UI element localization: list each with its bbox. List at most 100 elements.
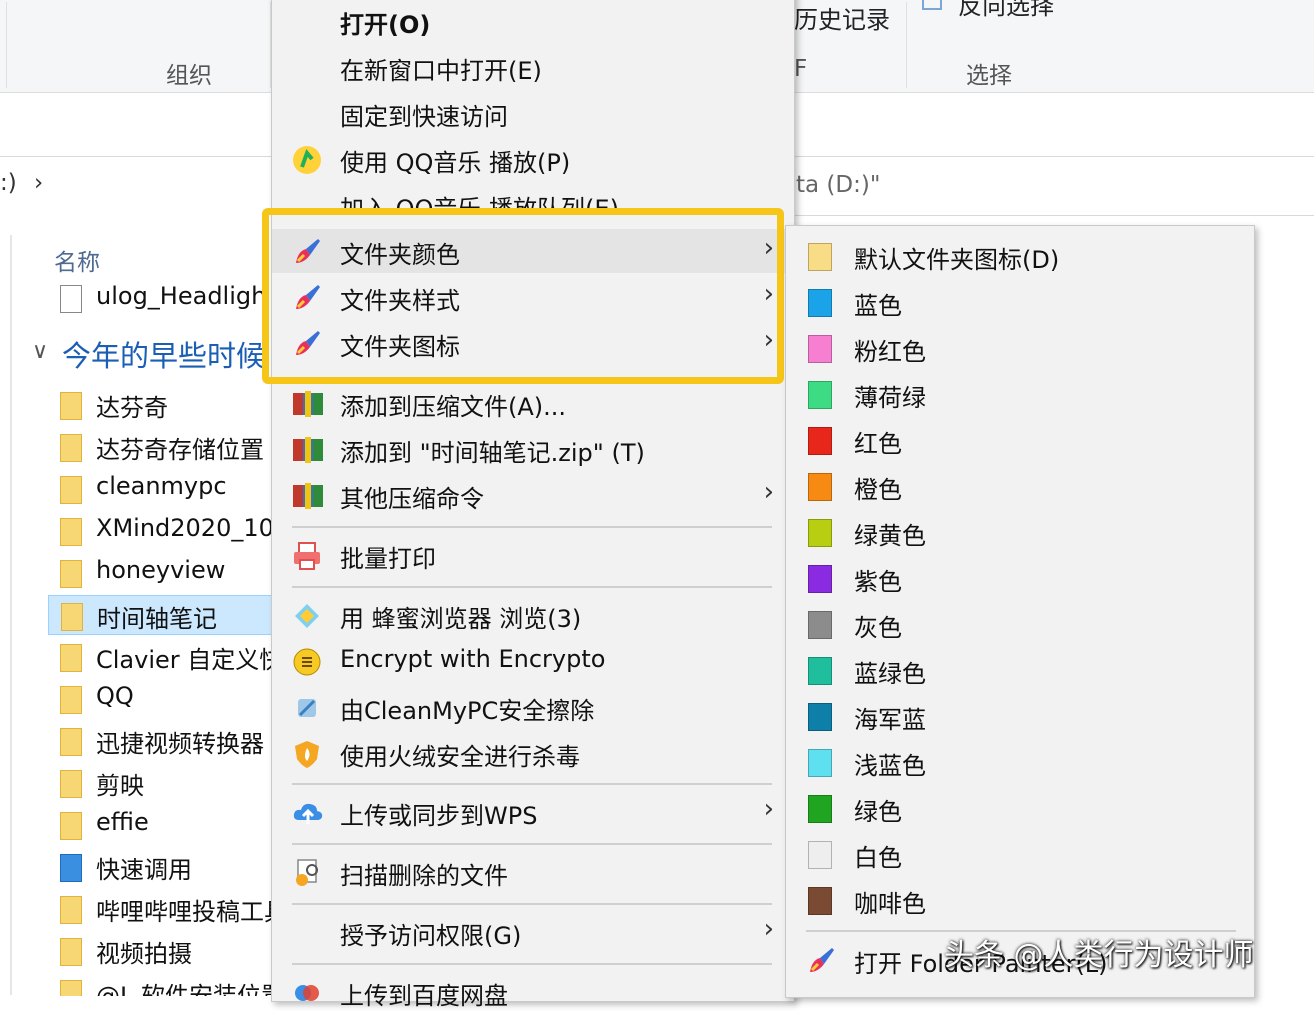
menu-item-encrypto[interactable]: Encrypt with Encrypto [272,639,792,683]
menu-item-open[interactable]: 打开(O) [272,0,792,43]
menu-item-cleanmypc[interactable]: 由CleanMyPC安全擦除 [272,685,792,729]
menu-item-add-zip[interactable]: 添加到 "时间轴笔记.zip" (T) [272,427,792,471]
menu-item-label: 打开(O) [340,11,431,39]
folder-icon [60,392,82,420]
list-item[interactable]: 视频拍摄 [48,931,272,971]
file-icon [60,285,82,313]
menu-separator [292,963,772,965]
menu-item-label: 添加到压缩文件(A)... [340,393,567,421]
color-item-pink[interactable]: 粉红色 [786,326,1254,370]
group-header[interactable]: 今年的早些时候 [62,333,265,375]
list-item[interactable]: QQ [48,679,272,719]
menu-item-qq-play[interactable]: 使用 QQ音乐 播放(P) [272,137,792,181]
folder-icon [60,728,82,756]
folder-icon [60,980,82,996]
watermark: 头条 @人类行为设计师 [944,938,1254,973]
folder-icon [60,476,82,504]
color-item-green[interactable]: 绿色 [786,786,1254,830]
list-item[interactable]: @L 软件安装位置 [48,973,272,996]
file-name: 视频拍摄 [96,940,192,968]
list-item[interactable]: 达芬奇存储位置 [48,427,272,467]
chevron-right-icon: › [763,914,774,944]
address-chevron-icon[interactable]: › [34,170,43,196]
list-item[interactable]: Clavier 自定义快 [48,637,272,677]
chevron-right-icon: › [763,477,774,507]
color-item-teal[interactable]: 蓝绿色 [786,648,1254,692]
list-item[interactable]: ulog_Headligh [48,279,272,319]
list-item[interactable]: XMind2020_10. [48,511,272,551]
menu-item-label: 扫描删除的文件 [340,862,508,890]
color-label: 绿色 [854,798,902,826]
folder-color-submenu: 默认文件夹图标(D) 蓝色 粉红色 薄荷绿 红色 橙色 绿黄色 紫色 灰色 蓝绿… [785,225,1255,998]
color-item-default[interactable]: 默认文件夹图标(D) [786,234,1254,278]
folder-blue-icon [60,854,82,882]
color-item-gray[interactable]: 灰色 [786,602,1254,646]
file-name: 剪映 [96,772,144,800]
highlight-frame [262,208,784,384]
invert-selection-icon [922,0,942,10]
history-button[interactable]: 历史记录 [794,0,890,35]
list-item[interactable]: 快速调用 [48,847,272,887]
color-item-brown[interactable]: 咖啡色 [786,878,1254,922]
chevron-down-icon[interactable]: ∨ [32,339,48,364]
list-item-selected[interactable]: 时间轴笔记 [48,595,272,635]
color-swatch [808,611,832,639]
color-item-navy[interactable]: 海军蓝 [786,694,1254,738]
file-name: XMind2020_10. [96,514,272,542]
list-item[interactable]: 剪映 [48,763,272,803]
column-header-name[interactable]: 名称 [54,243,100,277]
menu-item-honeyview[interactable]: 用 蜂蜜浏览器 浏览(3) [272,593,792,637]
color-item-red[interactable]: 红色 [786,418,1254,462]
list-item[interactable]: effie [48,805,272,845]
color-label: 蓝色 [854,292,902,320]
color-item-blue[interactable]: 蓝色 [786,280,1254,324]
ribbon-group-fragment: F [794,56,808,82]
folder-icon [60,560,82,588]
menu-item-label: 用 蜂蜜浏览器 浏览(3) [340,605,582,633]
list-item[interactable]: 达芬奇 [48,385,272,425]
color-item-white[interactable]: 白色 [786,832,1254,876]
file-name: 哔哩哔哩投稿工具 [96,898,272,926]
menu-item-baidu-upload[interactable]: 上传到百度网盘 [272,970,792,1014]
folder-icon [60,518,82,546]
color-item-mint[interactable]: 薄荷绿 [786,372,1254,416]
address-path[interactable]: :) [0,170,17,196]
color-item-yellowgreen[interactable]: 绿黄色 [786,510,1254,554]
color-item-purple[interactable]: 紫色 [786,556,1254,600]
menu-item-scan-deleted[interactable]: 扫描删除的文件 [272,850,792,894]
cleanmypc-icon [292,693,322,723]
menu-item-huorong[interactable]: 使用火绒安全进行杀毒 [272,731,792,775]
menu-item-batch-print[interactable]: 批量打印 [272,533,792,577]
color-swatch [808,565,832,593]
menu-separator [292,586,772,588]
list-item[interactable]: honeyview [48,553,272,593]
folder-icon [60,434,82,462]
menu-item-pin-quick-access[interactable]: 固定到快速访问 [272,91,792,135]
color-item-orange[interactable]: 橙色 [786,464,1254,508]
invert-selection-button[interactable]: 反向选择 [958,0,1054,21]
menu-item-grant-access[interactable]: 授予访问权限(G) › [272,910,792,954]
scan-icon [292,858,322,888]
context-menu: 打开(O) 在新窗口中打开(E) 固定到快速访问 使用 QQ音乐 播放(P) 加… [271,0,795,1010]
list-item[interactable]: 迅捷视频转换器 [48,721,272,761]
huorong-icon [292,739,322,769]
color-label: 粉红色 [854,338,926,366]
color-item-lightblue[interactable]: 浅蓝色 [786,740,1254,784]
encrypto-icon [292,647,322,677]
color-label: 薄荷绿 [854,384,926,412]
folder-icon [60,686,82,714]
chevron-right-icon: › [763,794,774,824]
menu-item-wps-sync[interactable]: 上传或同步到WPS › [272,790,792,834]
list-item[interactable]: 哔哩哔哩投稿工具 [48,889,272,929]
folder-icon [61,603,83,631]
search-box[interactable]: ta (D:)" [796,172,880,198]
list-item[interactable]: cleanmypc [48,469,272,509]
color-label: 灰色 [854,614,902,642]
folder-painter-icon [806,946,836,976]
menu-item-add-archive[interactable]: 添加到压缩文件(A)... [272,381,792,425]
menu-item-other-compress[interactable]: 其他压缩命令 › [272,473,792,517]
file-name: 快速调用 [96,856,192,884]
menu-item-label: 使用火绒安全进行杀毒 [340,743,580,771]
file-name: 迅捷视频转换器 [96,730,264,758]
menu-item-open-new-window[interactable]: 在新窗口中打开(E) [272,45,792,89]
